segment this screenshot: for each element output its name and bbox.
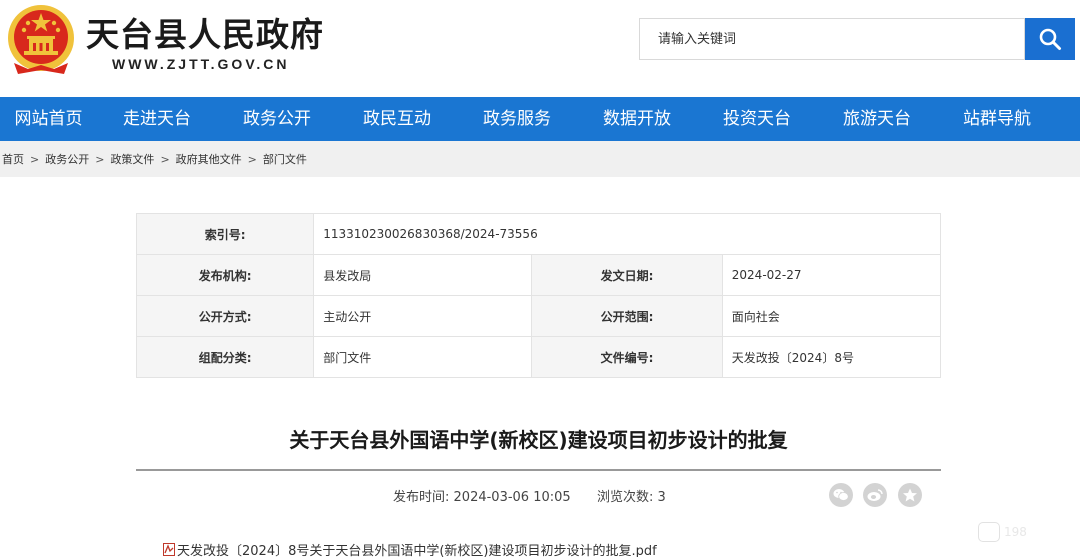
nav-item-interaction[interactable]: 政民互动 [337, 97, 457, 141]
breadcrumb-separator: > [160, 152, 170, 166]
nav-item-gov-affairs-open[interactable]: 政务公开 [217, 97, 337, 141]
share-favorite-button[interactable] [898, 483, 922, 507]
doc-number-label: 文件编号: [531, 336, 723, 378]
share-weibo-button[interactable] [863, 483, 887, 507]
publisher-label: 发布机构: [135, 254, 315, 296]
publish-info: 发布时间: 2024-03-06 10:05 浏览次数: 3 [393, 486, 666, 505]
search-icon [1039, 28, 1061, 50]
meta-row: 组配分类: 部门文件 文件编号: 天发改投〔2024〕8号 [135, 336, 942, 378]
nav-item-site-group[interactable]: 站群导航 [937, 97, 1057, 141]
document-meta-table: 索引号: 113310230026830368/2024-73556 发布机构:… [135, 213, 942, 378]
publish-time: 2024-03-06 10:05 [453, 490, 571, 505]
nav-item-home[interactable]: 网站首页 [0, 97, 97, 141]
breadcrumb-dept-docs[interactable]: 部门文件 [263, 151, 307, 167]
breadcrumb-separator: > [95, 152, 105, 166]
article-title: 关于天台县外国语中学(新校区)建设项目初步设计的批复 [289, 428, 788, 452]
meta-row: 索引号: 113310230026830368/2024-73556 [135, 213, 941, 255]
search-button[interactable] [1025, 18, 1075, 60]
pdf-icon [163, 543, 175, 556]
index-value: 113310230026830368/2024-73556 [313, 213, 941, 255]
title-divider [136, 469, 941, 471]
nav-item-services[interactable]: 政务服务 [457, 97, 577, 141]
main-nav: 网站首页 走进天台 政务公开 政民互动 政务服务 数据开放 投资天台 旅游天台 … [0, 97, 1080, 141]
watermark: 198 [978, 522, 1027, 542]
category-label: 组配分类: [135, 336, 315, 378]
disclosure-label: 公开方式: [135, 295, 315, 337]
category-value: 部门文件 [313, 336, 533, 378]
search-input[interactable] [639, 18, 1025, 60]
site-title[interactable]: 天台县人民政府 [86, 8, 324, 56]
weibo-icon [867, 489, 883, 501]
attachment-link[interactable]: 天发改投〔2024〕8号关于天台县外国语中学(新校区)建设项目初步设计的批复.p… [163, 540, 657, 557]
views-count: 3 [657, 490, 666, 505]
breadcrumb-policy-docs[interactable]: 政策文件 [110, 151, 154, 167]
breadcrumb-separator: > [247, 152, 257, 166]
attachment-name: 天发改投〔2024〕8号关于天台县外国语中学(新校区)建设项目初步设计的批复.p… [177, 544, 657, 557]
issue-date-label: 发文日期: [531, 254, 723, 296]
meta-row: 公开方式: 主动公开 公开范围: 面向社会 [135, 295, 942, 337]
wechat-icon [833, 489, 849, 501]
favorite-icon [903, 488, 917, 502]
disclosure-value: 主动公开 [313, 295, 533, 337]
scope-label: 公开范围: [531, 295, 723, 337]
share-wechat-button[interactable] [829, 483, 853, 507]
doc-number-value: 天发改投〔2024〕8号 [721, 336, 942, 378]
nav-item-tourism[interactable]: 旅游天台 [817, 97, 937, 141]
breadcrumb-other-docs[interactable]: 政府其他文件 [176, 151, 242, 167]
watermark-badge-icon [978, 522, 1000, 542]
national-emblem-icon[interactable] [6, 3, 76, 77]
publish-time-label: 发布时间: [393, 490, 450, 505]
site-url: WWW.ZJTT.GOV.CN [112, 56, 290, 72]
issue-date-value: 2024-02-27 [721, 254, 942, 296]
breadcrumb-home[interactable]: 首页 [2, 151, 24, 167]
meta-row: 发布机构: 县发改局 发文日期: 2024-02-27 [135, 254, 942, 296]
views-label: 浏览次数: [596, 490, 654, 505]
scope-value: 面向社会 [721, 295, 942, 337]
nav-item-about[interactable]: 走进天台 [97, 97, 217, 141]
nav-item-investment[interactable]: 投资天台 [697, 97, 817, 141]
nav-item-open-data[interactable]: 数据开放 [577, 97, 697, 141]
index-label: 索引号: [135, 213, 315, 255]
breadcrumb-separator: > [30, 152, 40, 166]
site-header: 天台县人民政府 WWW.ZJTT.GOV.CN [0, 0, 1080, 97]
watermark-text: 198 [1004, 525, 1027, 539]
breadcrumb-gov-affairs[interactable]: 政务公开 [45, 151, 89, 167]
publisher-value: 县发改局 [313, 254, 533, 296]
breadcrumb: 首页 > 政务公开 > 政策文件 > 政府其他文件 > 部门文件 [0, 141, 1080, 177]
